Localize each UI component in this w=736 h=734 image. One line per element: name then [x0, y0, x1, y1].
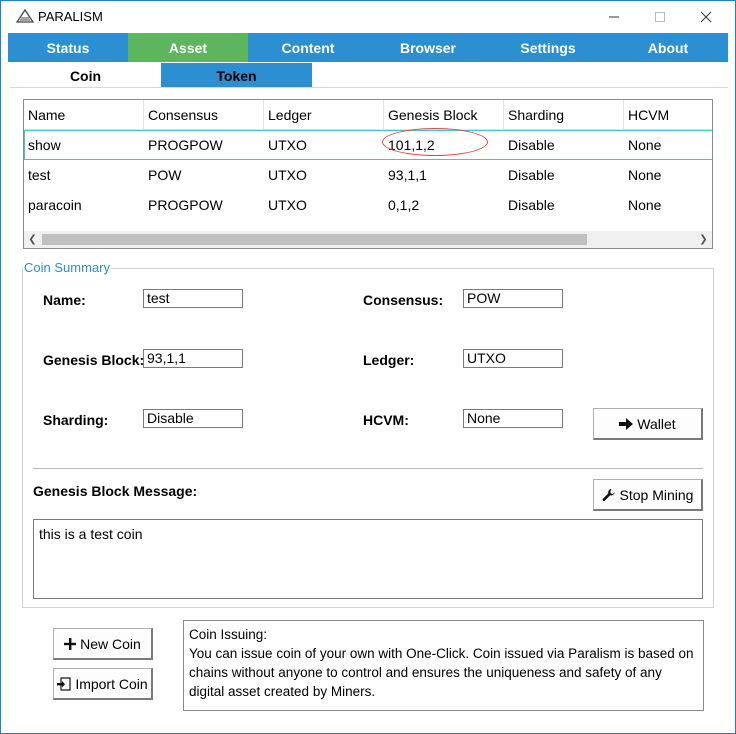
column-header-name[interactable]: Name: [24, 100, 144, 130]
cell-ledger: UTXO: [268, 197, 307, 213]
cell-name: test: [28, 167, 51, 183]
table-row[interactable]: paracoin PROGPOW UTXO 0,1,2 Disable None: [24, 190, 712, 220]
coin-summary-title: Coin Summary: [23, 260, 111, 275]
stop-mining-button-label: Stop Mining: [619, 486, 694, 503]
subtab-coin[interactable]: Coin: [10, 63, 161, 88]
import-coin-button[interactable]: Import Coin: [53, 668, 153, 700]
table-row[interactable]: test POW UTXO 93,1,1 Disable None: [24, 160, 712, 190]
cell-genesis-block: 93,1,1: [388, 167, 427, 183]
genesis-block-label: Genesis Block:: [43, 352, 145, 368]
scrollbar-thumb[interactable]: [42, 234, 587, 245]
app-logo-icon: [16, 9, 34, 23]
app-window: PARALISM Status Asset Content Browser Se…: [0, 0, 736, 734]
wallet-button-label: Wallet: [637, 415, 676, 432]
coin-issuing-text: You can issue coin of your own with One-…: [189, 646, 694, 699]
tab-about[interactable]: About: [608, 33, 728, 62]
cell-ledger: UTXO: [268, 137, 307, 153]
close-icon: [700, 11, 712, 22]
cell-hcvm: None: [628, 167, 662, 183]
maximize-icon: [655, 11, 665, 22]
hcvm-label: HCVM:: [363, 412, 409, 428]
scroll-right-icon[interactable]: ❯: [695, 231, 712, 248]
coin-table: Name Consensus Ledger Genesis Block Shar…: [23, 99, 713, 249]
stop-mining-button[interactable]: Stop Mining: [593, 479, 703, 511]
cell-name: paracoin: [28, 197, 82, 213]
cell-ledger: UTXO: [268, 167, 307, 183]
cell-consensus: PROGPOW: [148, 197, 223, 213]
consensus-label: Consensus:: [363, 292, 444, 308]
wallet-button[interactable]: Wallet: [593, 408, 703, 440]
cell-sharding: Disable: [508, 167, 555, 183]
summary-divider: [33, 468, 703, 469]
cell-name: show: [28, 137, 61, 153]
minimize-icon: [609, 16, 619, 17]
cell-consensus: POW: [148, 167, 182, 183]
new-coin-button[interactable]: New Coin: [53, 628, 153, 660]
subtab-token[interactable]: Token: [161, 63, 312, 88]
name-label: Name:: [43, 292, 86, 308]
import-icon: [57, 676, 71, 691]
genesis-message-textarea[interactable]: this is a test coin: [33, 519, 703, 599]
table-header-row: Name Consensus Ledger Genesis Block Shar…: [24, 100, 712, 130]
sharding-label: Sharding:: [43, 412, 109, 428]
sharding-value: Disable: [143, 409, 243, 428]
cell-genesis-block: 101,1,2: [388, 137, 435, 153]
cell-hcvm: None: [628, 197, 662, 213]
coin-issuing-title: Coin Issuing:: [189, 627, 268, 642]
new-coin-button-label: New Coin: [80, 635, 141, 652]
cell-genesis-block: 0,1,2: [388, 197, 420, 213]
minimize-button[interactable]: [591, 1, 637, 32]
tab-status[interactable]: Status: [8, 33, 128, 62]
cell-sharding: Disable: [508, 137, 555, 153]
column-header-consensus[interactable]: Consensus: [144, 100, 264, 130]
window-title: PARALISM: [38, 9, 103, 24]
table-row[interactable]: show PROGPOW UTXO 101,1,2 Disable None: [24, 130, 712, 160]
tab-browser[interactable]: Browser: [368, 33, 488, 62]
column-header-hcvm[interactable]: HCVM: [624, 100, 712, 130]
title-bar: PARALISM: [1, 1, 735, 32]
close-button[interactable]: [683, 1, 729, 32]
import-coin-button-label: Import Coin: [75, 675, 148, 692]
cell-hcvm: None: [628, 137, 662, 153]
column-header-genesis-block[interactable]: Genesis Block: [384, 100, 504, 130]
cell-sharding: Disable: [508, 197, 555, 213]
wrench-icon: [602, 488, 615, 501]
genesis-message-label: Genesis Block Message:: [33, 483, 198, 499]
tab-content[interactable]: Content: [248, 33, 368, 62]
maximize-button[interactable]: [637, 1, 683, 32]
genesis-block-value: 93,1,1: [143, 349, 243, 368]
coin-issuing-info: Coin Issuing: You can issue coin of your…: [183, 620, 704, 711]
ledger-value: UTXO: [463, 349, 563, 368]
plus-icon: [64, 637, 77, 650]
horizontal-scrollbar[interactable]: ❮ ❯: [24, 231, 712, 248]
tab-asset[interactable]: Asset: [128, 33, 248, 62]
hcvm-value: None: [463, 409, 563, 428]
arrow-right-icon: [619, 417, 634, 430]
consensus-value: POW: [463, 289, 563, 308]
column-header-ledger[interactable]: Ledger: [264, 100, 384, 130]
main-tab-bar: Status Asset Content Browser Settings Ab…: [8, 33, 728, 62]
scroll-left-icon[interactable]: ❮: [24, 231, 41, 248]
ledger-label: Ledger:: [363, 352, 415, 368]
tab-settings[interactable]: Settings: [488, 33, 608, 62]
name-value: test: [143, 289, 243, 308]
cell-consensus: PROGPOW: [148, 137, 223, 153]
column-header-sharding[interactable]: Sharding: [504, 100, 624, 130]
